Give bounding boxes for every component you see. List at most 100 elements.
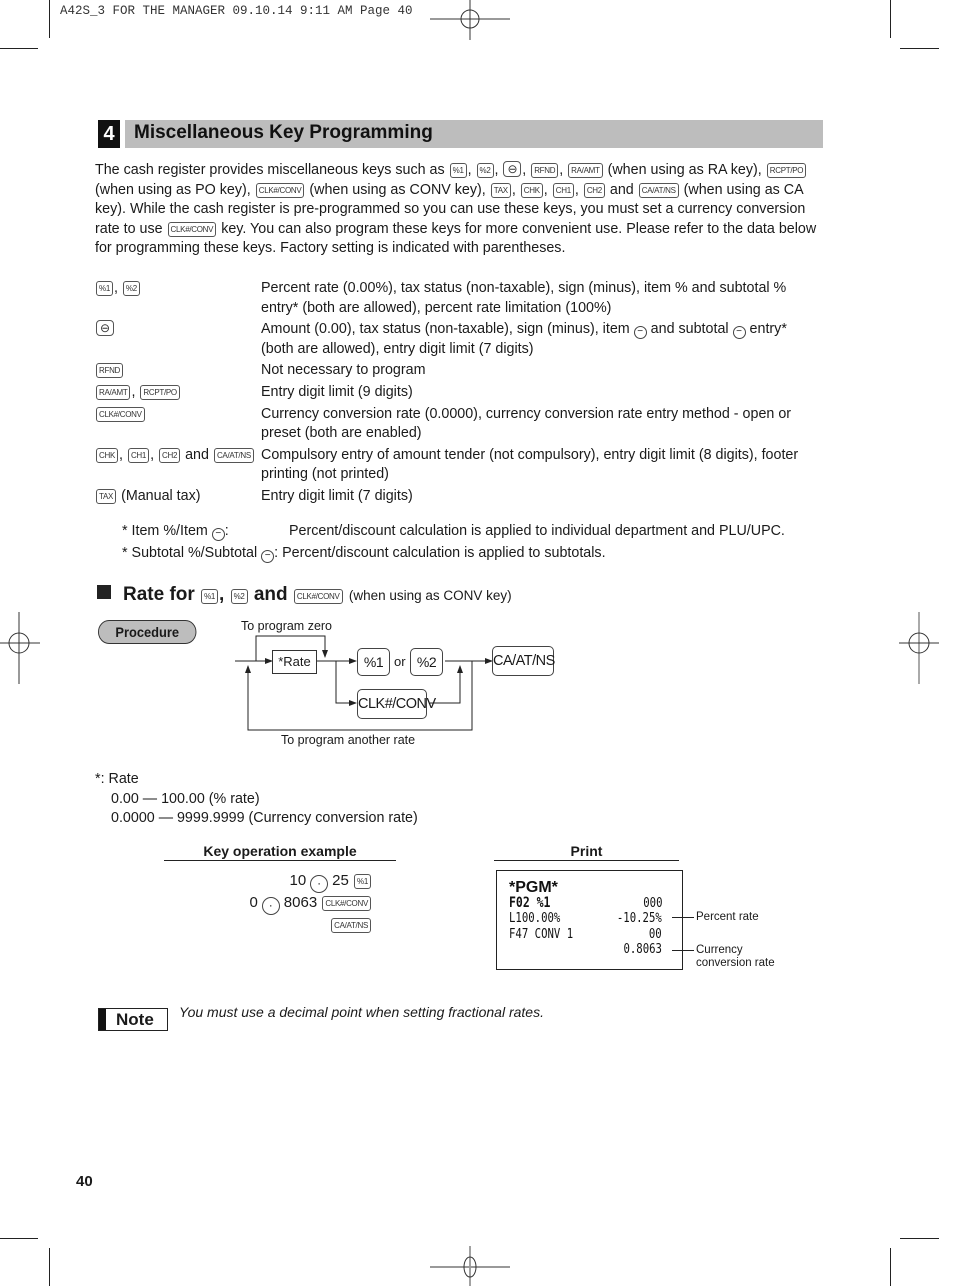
- square-bullet-icon: [97, 585, 111, 599]
- section-heading: 4 Miscellaneous Key Programming: [98, 120, 823, 148]
- spec-keys: RFND: [95, 361, 261, 381]
- crop-mark: [0, 48, 38, 49]
- footnote-row: * Subtotal %/Subtotal −: Percent/discoun…: [122, 542, 785, 564]
- key-percent1: %1: [201, 589, 219, 604]
- receipt-value: 00: [649, 927, 662, 942]
- key-percent1: %1: [96, 281, 113, 296]
- registration-mark-icon: [899, 612, 939, 684]
- decimal-point-key-icon: ·: [310, 875, 329, 893]
- spec-keys: %1, %2: [95, 279, 261, 318]
- key-ca-at-ns: CA/AT/NS: [213, 447, 254, 463]
- key-percent2: %2: [122, 281, 140, 296]
- key-ca-at-ns: CA/AT/NS: [492, 646, 555, 676]
- key-spec-table: %1, %2 Percent rate (0.00%), tax status …: [95, 279, 820, 509]
- spec-row: RFND Not necessary to program: [95, 361, 820, 381]
- spec-text: and subtotal: [650, 321, 729, 338]
- spec-description: Percent rate (0.00%), tax status (non-ta…: [261, 280, 787, 316]
- crop-mark: [900, 48, 939, 49]
- decimal-point-key-icon: ·: [261, 897, 280, 915]
- spec-description: Entry digit limit (9 digits): [261, 383, 413, 400]
- key-minus-icon: ⊖: [96, 320, 114, 337]
- registration-mark-icon: [430, 0, 510, 40]
- page-number: 40: [76, 1173, 93, 1190]
- key-ch2: CH2: [583, 182, 605, 198]
- section-title: Miscellaneous Key Programming: [134, 122, 433, 143]
- rate-range-currency: 0.0000 — 9999.9999 (Currency conversion …: [111, 810, 418, 827]
- minus-circle-icon: −: [261, 550, 275, 563]
- spec-text: (Manual tax): [121, 487, 201, 504]
- key-ch1: CH1: [552, 182, 574, 198]
- footnote-label-text: * Subtotal %/Subtotal: [122, 545, 258, 561]
- key-chk: CHK: [96, 447, 118, 463]
- key-op-digits: 25: [332, 872, 349, 889]
- intro-text: and: [609, 181, 634, 198]
- section-number: 4: [98, 120, 120, 148]
- key-percent1: %1: [354, 874, 371, 889]
- crop-mark: [890, 1248, 891, 1286]
- minus-circle-icon: −: [633, 326, 647, 340]
- callout-currency-rate: Currency conversion rate: [696, 944, 775, 969]
- key-percent2: %2: [476, 163, 494, 178]
- spec-row: CLK#/CONV Currency conversion rate (0.00…: [95, 405, 820, 444]
- spec-keys: CLK#/CONV: [95, 405, 261, 444]
- key-clk-conv: CLK#/CONV: [167, 221, 217, 237]
- intro-text: (when using as RA key),: [607, 162, 762, 178]
- spec-keys: ⊖: [95, 320, 261, 359]
- intro-text: (when using as CONV key),: [309, 181, 486, 198]
- subsection-suffix: (when using as CONV key): [348, 588, 512, 603]
- print-slug: A42S_3 FOR THE MANAGER 09.10.14 9:11 AM …: [60, 4, 413, 18]
- intro-text: The cash register provides miscellaneous…: [95, 162, 445, 178]
- key-op-line: 0 · 8063 CLK#/CONV: [200, 893, 372, 915]
- note-text: You must use a decimal point when settin…: [179, 1004, 544, 1020]
- rate-notes: *: Rate 0.00 — 100.00 (% rate) 0.0000 — …: [95, 770, 418, 829]
- footnote-label: * Item %/Item −:: [122, 520, 289, 542]
- key-rfnd: RFND: [96, 363, 124, 379]
- spec-row: %1, %2 Percent rate (0.00%), tax status …: [95, 279, 820, 318]
- key-rcpt-po: RCPT/PO: [140, 384, 180, 400]
- key-operation-heading: Key operation example: [164, 843, 396, 861]
- key-percent1: %1: [449, 163, 467, 178]
- footnote-text: Percent/discount calculation is applied …: [289, 523, 785, 539]
- key-percent2: %2: [230, 589, 248, 604]
- subsection-heading: Rate for %1, %2 and CLK#/CONV (when usin…: [97, 584, 512, 606]
- callout-line: [672, 917, 694, 918]
- key-minus-icon: ⊖: [503, 161, 522, 177]
- key-op-line: 10 · 25 %1: [200, 871, 372, 893]
- key-tax: TAX: [490, 182, 511, 198]
- spec-description: Not necessary to program: [261, 362, 426, 379]
- receipt-printout: *PGM* F02 %1 000 L100.00% -10.25% F47 CO…: [496, 870, 683, 970]
- key-clk-conv: CLK#/CONV: [357, 689, 436, 719]
- key-chk: CHK: [520, 182, 543, 198]
- spec-row: ⊖ Amount (0.00), tax status (non-taxable…: [95, 320, 820, 359]
- footnotes: * Item %/Item −: Percent/discount calcul…: [122, 520, 785, 564]
- footnote-label-text: :: [274, 545, 279, 561]
- section-title-bar: Miscellaneous Key Programming: [125, 120, 823, 148]
- receipt-line: F02 %1: [509, 895, 551, 911]
- key-clk-conv: CLK#/CONV: [96, 406, 145, 422]
- key-op-digits: 8063: [283, 894, 318, 911]
- key-operation-example: 10 · 25 %1 0 · 8063 CLK#/CONV CA/AT/NS: [200, 871, 372, 935]
- crop-mark: [49, 0, 50, 38]
- subsection-text: Rate for: [123, 584, 195, 605]
- key-ra-amt: RA/AMT: [568, 163, 603, 178]
- footnote-label-text: * Item %/Item: [122, 523, 208, 539]
- key-percent1: %1: [357, 648, 390, 676]
- spec-text: and: [185, 446, 209, 463]
- subsection-text: and: [253, 584, 288, 605]
- key-op-digits: 10: [289, 872, 307, 889]
- key-clk-conv: CLK#/CONV: [293, 589, 343, 604]
- rate-input-box: *Rate: [272, 650, 317, 674]
- footnote-label-text: :: [224, 523, 229, 539]
- spec-keys: CHK, CH1, CH2 and CA/AT/NS: [95, 446, 261, 485]
- key-ca-at-ns: CA/AT/NS: [638, 182, 679, 198]
- note-badge-label: Note: [116, 1010, 154, 1029]
- crop-mark: [890, 0, 891, 38]
- procedure-badge: Procedure: [98, 620, 197, 644]
- receipt-value: 000: [642, 896, 662, 911]
- key-tax: TAX: [96, 488, 117, 504]
- registration-mark-icon: [430, 1246, 510, 1286]
- intro-paragraph: The cash register provides miscellaneous…: [95, 161, 817, 257]
- key-rfnd: RFND: [531, 163, 559, 178]
- minus-circle-icon: −: [732, 326, 746, 340]
- receipt-line: F47 CONV 1: [509, 927, 574, 942]
